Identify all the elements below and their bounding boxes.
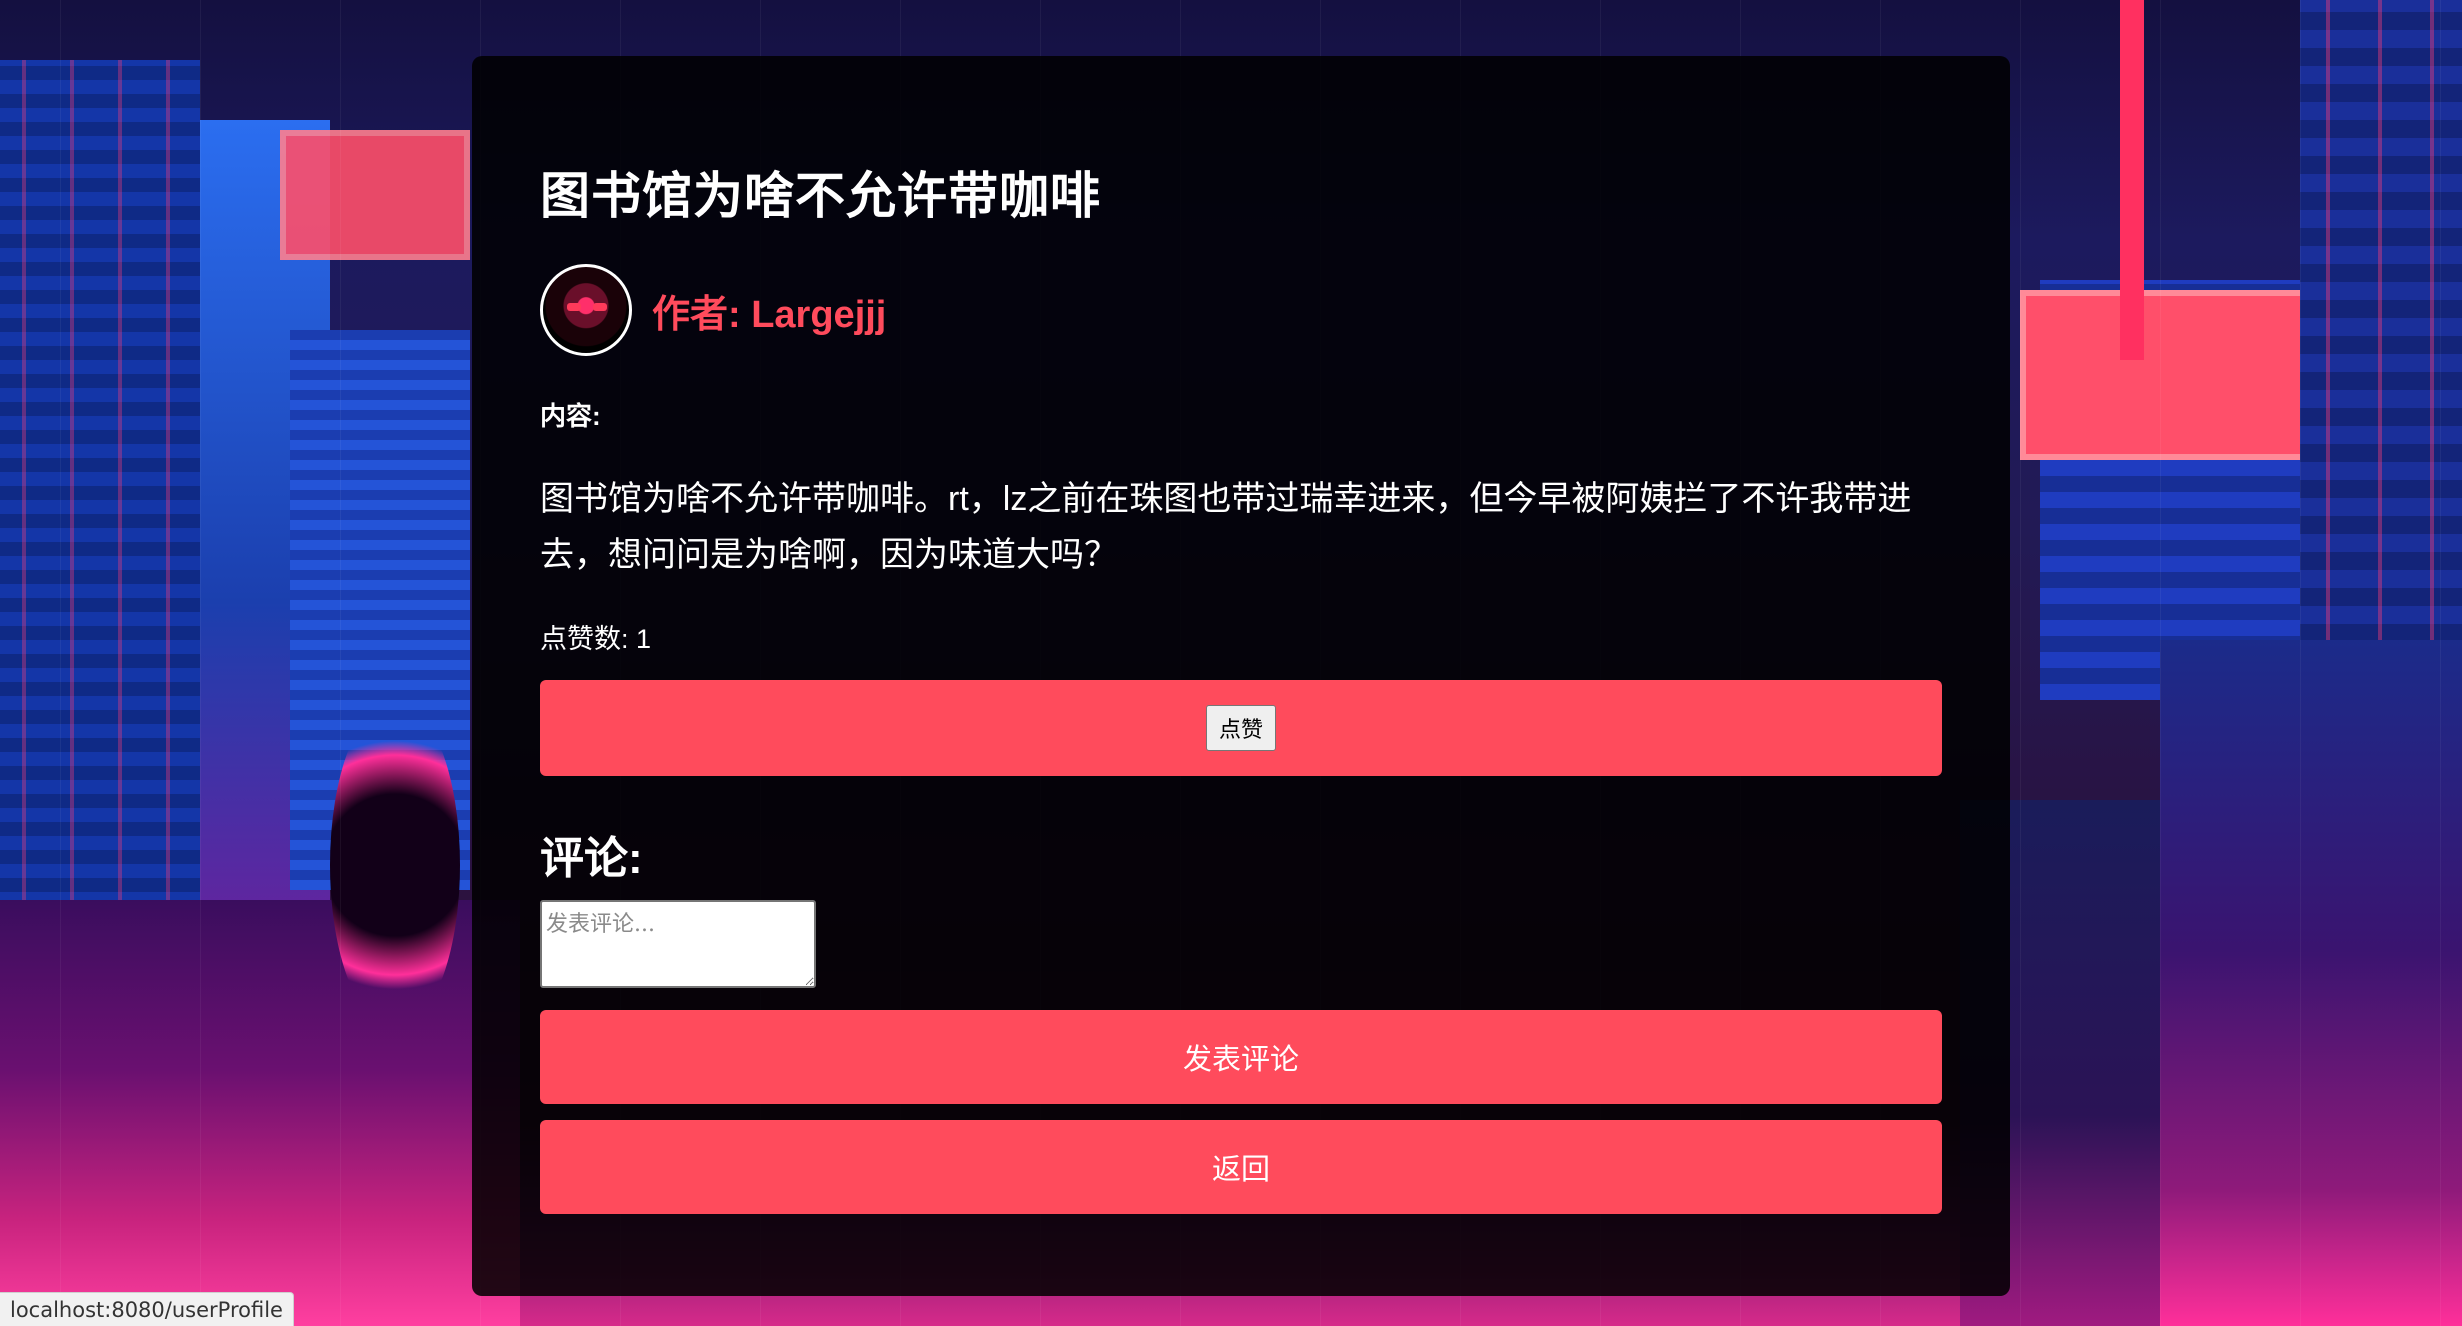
- submit-comment-button[interactable]: 发表评论: [540, 1010, 1942, 1104]
- author-name[interactable]: 作者: Largejjj: [652, 283, 886, 338]
- status-url: localhost:8080/userProfile: [10, 1297, 283, 1322]
- content-label: 内容:: [540, 401, 601, 431]
- comments-title: 评论:: [540, 834, 643, 883]
- browser-status-bar: localhost:8080/userProfile: [0, 1292, 294, 1326]
- post-detail-panel: 图书馆为啥不允许带咖啡 作者: Largejjj 内容: 图书馆为啥不允许带咖啡…: [472, 56, 2010, 1296]
- like-bar: 点赞: [540, 680, 1942, 776]
- post-body: 图书馆为啥不允许带咖啡。rt，lz之前在珠图也带过瑞幸进来，但今早被阿姨拦了不许…: [540, 480, 1912, 574]
- author-avatar-icon[interactable]: [540, 264, 632, 356]
- back-button[interactable]: 返回: [540, 1120, 1942, 1214]
- comment-input[interactable]: [540, 900, 816, 988]
- author-row: 作者: Largejjj: [540, 264, 1942, 356]
- like-count: 点赞数: 1: [540, 624, 652, 654]
- like-button[interactable]: 点赞: [1205, 705, 1276, 751]
- post-title: 图书馆为啥不允许带咖啡: [540, 168, 1101, 224]
